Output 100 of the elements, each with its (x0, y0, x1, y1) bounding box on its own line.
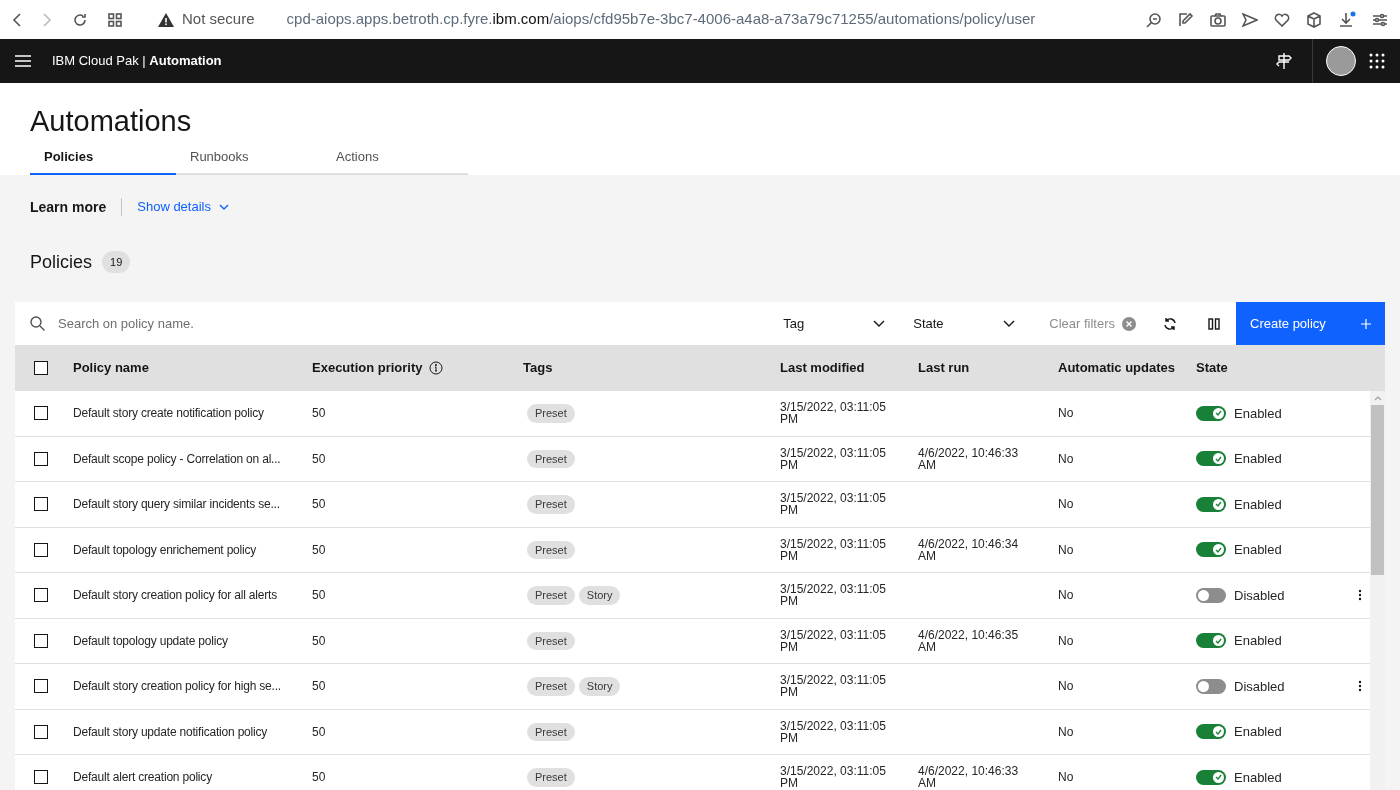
policy-name[interactable]: Default topology update policy (73, 633, 228, 648)
section-title: Policies (30, 250, 93, 274)
state-toggle[interactable] (1196, 405, 1226, 421)
send-icon[interactable] (1242, 11, 1258, 28)
priority-cell: 50 (312, 542, 326, 557)
priority-cell: 50 (312, 770, 326, 785)
download-icon[interactable] (1338, 10, 1356, 29)
column-header[interactable]: Last run (918, 360, 970, 376)
policy-name[interactable]: Default alert creation policy (73, 770, 212, 785)
checkmark-icon (1215, 546, 1222, 553)
cube-icon[interactable] (1306, 11, 1322, 28)
auto-updates-cell: No (1058, 406, 1074, 421)
row-checkbox[interactable] (34, 497, 48, 512)
filter-dropdown[interactable]: State (899, 302, 1030, 345)
policy-name[interactable]: Default story creation policy for high se... (73, 679, 281, 694)
warning-icon (158, 12, 174, 27)
app-switcher-icon[interactable] (1369, 53, 1385, 69)
column-header[interactable]: Tags (523, 360, 553, 376)
chevron-down-icon (218, 204, 229, 210)
avatar[interactable] (1326, 46, 1356, 76)
close-icon (1122, 316, 1136, 331)
product-name[interactable]: IBM Cloud Pak | Automation (52, 51, 222, 71)
column-header[interactable]: Last modified (780, 360, 865, 376)
menu-icon[interactable] (15, 55, 31, 67)
priority-cell: 50 (312, 724, 326, 739)
info-icon[interactable] (428, 361, 443, 375)
state-label: Enabled (1234, 495, 1282, 514)
state-toggle[interactable] (1196, 724, 1226, 740)
tab[interactable]: Policies (30, 141, 176, 175)
row-checkbox[interactable] (34, 406, 48, 421)
reload-icon[interactable] (72, 11, 88, 28)
row-checkbox[interactable] (34, 588, 48, 603)
heart-icon[interactable] (1274, 11, 1290, 28)
create-policy-button[interactable]: Create policy (1236, 302, 1385, 345)
clear-filters-button[interactable]: Clear filters (1037, 302, 1148, 345)
last-run-cell-text: 4/6/2022, 10:46:34 AM (918, 537, 1020, 562)
last-modified-cell-text: 3/15/2022, 03:11:05 PM (780, 583, 887, 608)
state-toggle[interactable] (1196, 633, 1226, 649)
last-modified-cell-text: 3/15/2022, 03:11:05 PM (780, 719, 887, 744)
row-checkbox[interactable] (34, 633, 48, 648)
column-header[interactable]: Execution priority (312, 358, 423, 378)
zoom-icon[interactable] (1146, 11, 1162, 28)
column-header[interactable]: Automatic updates (1058, 360, 1175, 376)
auto-updates-cell: No (1058, 770, 1074, 785)
last-run-cell-text: 4/6/2022, 10:46:33 AM (918, 765, 1020, 790)
settings-icon[interactable] (1372, 11, 1388, 28)
edit-icon[interactable] (1178, 11, 1194, 28)
column-header[interactable]: State (1196, 360, 1228, 376)
policy-name[interactable]: Default story create notification policy (73, 406, 264, 421)
search-icon (30, 316, 45, 331)
tag: Preset (527, 722, 575, 741)
last-modified-cell-text: 3/15/2022, 03:11:05 PM (780, 537, 887, 562)
last-modified-cell-text: 3/15/2022, 03:11:05 PM (780, 446, 887, 471)
tag: Preset (527, 495, 575, 514)
show-details-link[interactable]: Show details (137, 197, 229, 217)
row-checkbox[interactable] (34, 542, 48, 557)
security-label: Not secure (182, 9, 255, 30)
state-toggle[interactable] (1196, 451, 1226, 467)
row-checkbox[interactable] (34, 451, 48, 466)
state-toggle[interactable] (1196, 496, 1226, 512)
search-field[interactable]: Search on policy name. (58, 313, 458, 334)
tab[interactable]: Actions (322, 141, 468, 175)
policy-name[interactable]: Default story update notification policy (73, 724, 268, 739)
grid-icon[interactable] (108, 12, 122, 27)
state-toggle[interactable] (1196, 587, 1226, 603)
tab[interactable]: Runbooks (176, 141, 322, 175)
row-checkbox[interactable] (34, 679, 48, 694)
auto-updates-cell: No (1058, 588, 1074, 603)
checkmark-icon (1215, 501, 1222, 508)
overflow-menu-icon[interactable] (1358, 680, 1362, 693)
overflow-menu-icon[interactable] (1358, 589, 1362, 602)
scrollbar[interactable] (1370, 391, 1385, 790)
camera-icon[interactable] (1210, 11, 1226, 28)
plus-icon (1361, 318, 1371, 329)
select-all-checkbox[interactable] (34, 361, 48, 375)
address-field[interactable]: cpd-aiops.apps.betroth.cp.fyre.ibm.com/aiops/cfd95b7e-3bc7-4006-a4a8-a73a79c71255/automations/policy/user (286, 8, 1036, 31)
tag: Preset (527, 449, 575, 468)
state-label: Enabled (1234, 632, 1282, 650)
filter-dropdown[interactable]: Tag (769, 302, 900, 345)
policy-name[interactable]: Default scope policy - Correlation on al... (73, 451, 281, 466)
state-label: Enabled (1234, 450, 1282, 468)
checkmark-icon (1215, 728, 1222, 735)
priority-cell: 50 (312, 451, 326, 466)
state-label: Disabled (1234, 677, 1285, 696)
policy-name[interactable]: Default story creation policy for all alerts (73, 588, 277, 603)
state-toggle[interactable] (1196, 678, 1226, 694)
policy-name[interactable]: Default topology enrichement policy (73, 542, 257, 557)
priority-cell: 50 (312, 633, 326, 648)
state-toggle[interactable] (1196, 769, 1226, 785)
state-toggle[interactable] (1196, 542, 1226, 558)
signpost-icon[interactable] (1276, 52, 1292, 70)
policy-name[interactable]: Default story query similar incidents se... (73, 497, 280, 512)
row-checkbox[interactable] (34, 770, 48, 785)
column-header[interactable]: Policy name (73, 360, 149, 376)
priority-cell: 50 (312, 679, 326, 694)
auto-updates-cell: No (1058, 724, 1074, 739)
row-checkbox[interactable] (34, 724, 48, 739)
last-modified-cell-text: 3/15/2022, 03:11:05 PM (780, 628, 887, 653)
count-badge: 19 (102, 250, 131, 274)
back-icon[interactable] (12, 11, 22, 28)
